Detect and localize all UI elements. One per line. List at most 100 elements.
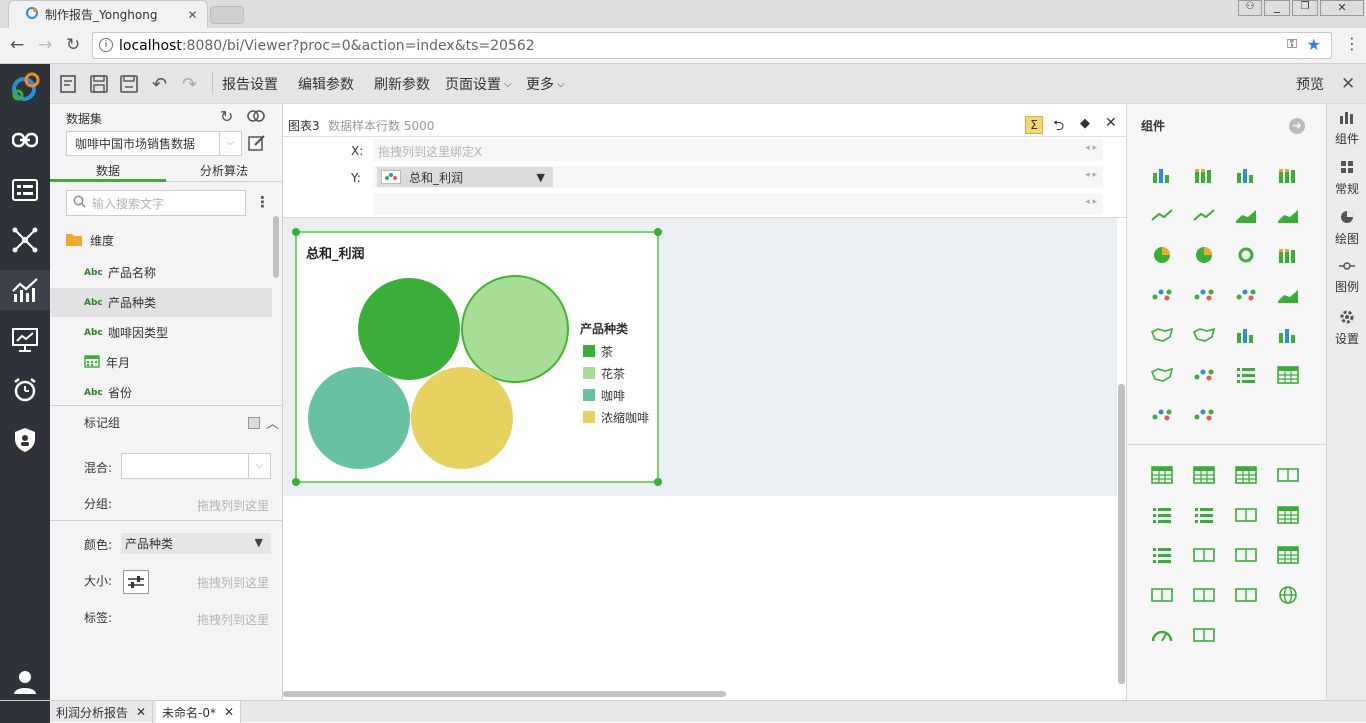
arrow-right-icon[interactable]: ➔ bbox=[1289, 118, 1305, 134]
calendar-filter-icon[interactable] bbox=[1275, 504, 1301, 526]
table-icon[interactable] bbox=[1149, 464, 1175, 486]
step-chart-icon[interactable] bbox=[1233, 324, 1259, 346]
side-tab-settings[interactable]: 设置 bbox=[1327, 310, 1366, 347]
resize-handle[interactable] bbox=[292, 228, 300, 236]
y-field-chip[interactable]: 总和_利润 ▼ bbox=[377, 167, 553, 187]
pie-3d-icon[interactable] bbox=[1191, 244, 1217, 266]
multi-line-icon[interactable] bbox=[1191, 204, 1217, 226]
mix-select[interactable]: ⌵ bbox=[121, 453, 271, 479]
pie-chart-icon[interactable] bbox=[1149, 244, 1175, 266]
filled-map-icon[interactable] bbox=[1191, 324, 1217, 346]
field-item[interactable]: Abc 省份 bbox=[84, 384, 132, 401]
area-chart-icon[interactable] bbox=[1233, 204, 1259, 226]
dashboard-icon[interactable] bbox=[0, 320, 50, 360]
forward-icon[interactable]: → bbox=[38, 35, 52, 55]
x-bind-drop[interactable]: 拖拽列到这里绑定X ◂ ▸ bbox=[373, 139, 1103, 161]
new-tab-button[interactable] bbox=[210, 6, 244, 24]
scroll-arrows-icon[interactable]: ◂ ▸ bbox=[1085, 170, 1097, 180]
folder-dimension[interactable]: 维度 bbox=[66, 232, 114, 249]
restore-icon[interactable]: ❐ bbox=[1292, 0, 1318, 16]
side-tab-components[interactable]: 组件 bbox=[1327, 110, 1366, 147]
marks-settings-icon[interactable] bbox=[248, 417, 260, 429]
refresh-params-button[interactable]: 刷新参数 bbox=[374, 72, 430, 96]
new-report-icon[interactable] bbox=[60, 72, 76, 96]
group-drop-hint[interactable]: 拖拽列到这里 bbox=[197, 497, 269, 514]
size-drop-hint[interactable]: 拖拽列到这里 bbox=[197, 574, 269, 591]
list-menu-icon[interactable]: ⋮ bbox=[255, 193, 270, 211]
resize-handle[interactable] bbox=[654, 228, 662, 236]
combo-chart-icon[interactable] bbox=[1275, 324, 1301, 346]
redo-icon[interactable]: ↷ bbox=[182, 72, 197, 96]
minimize-icon[interactable]: _ bbox=[1264, 0, 1290, 16]
scatter-chart-icon[interactable] bbox=[1149, 284, 1175, 306]
list-filter-icon[interactable] bbox=[1149, 504, 1175, 526]
close-icon[interactable]: ✕ bbox=[136, 705, 146, 719]
report-tab[interactable]: 利润分析报告 ✕ bbox=[50, 701, 154, 723]
edit-dataset-icon[interactable] bbox=[248, 134, 266, 155]
image-icon[interactable] bbox=[1191, 584, 1217, 606]
tab-data[interactable]: 数据 bbox=[50, 162, 166, 182]
line-chart-icon[interactable] bbox=[1149, 204, 1175, 226]
field-item[interactable]: Abc 咖啡因类型 bbox=[84, 324, 168, 341]
preview-button[interactable]: 预览 bbox=[1296, 72, 1324, 96]
flow-map-icon[interactable] bbox=[1191, 404, 1217, 426]
dataset-select[interactable]: 咖啡中国市场销售数据 ⌵ bbox=[66, 131, 242, 156]
save-icon[interactable] bbox=[90, 72, 108, 96]
tag-drop-hint[interactable]: 拖拽列到这里 bbox=[197, 611, 269, 628]
resize-handle[interactable] bbox=[654, 478, 662, 486]
save-as-icon[interactable] bbox=[120, 72, 138, 96]
container-icon[interactable] bbox=[1191, 624, 1217, 646]
freestyle-table-icon[interactable] bbox=[1233, 464, 1259, 486]
combo-box-icon[interactable] bbox=[1191, 544, 1217, 566]
grouped-bar-icon[interactable] bbox=[1233, 164, 1259, 186]
dataset-link-icon[interactable] bbox=[246, 109, 266, 126]
chart-component[interactable]: 总和_利润 产品种类茶花茶 咖啡 浓缩咖啡 bbox=[295, 231, 659, 483]
vertical-scrollbar[interactable] bbox=[1118, 384, 1125, 684]
sum-icon[interactable]: Σ bbox=[1025, 116, 1043, 134]
chart-report-icon[interactable] bbox=[0, 270, 50, 310]
horizontal-scrollbar[interactable] bbox=[283, 691, 726, 697]
word-cloud-icon[interactable] bbox=[1275, 284, 1301, 306]
stacked-area-icon[interactable] bbox=[1275, 204, 1301, 226]
refresh-icon[interactable]: ↻ bbox=[220, 107, 233, 126]
folder-tab-icon[interactable] bbox=[1149, 584, 1175, 606]
web-page-icon[interactable] bbox=[1275, 584, 1301, 606]
bubble-花茶[interactable] bbox=[461, 275, 569, 383]
donut-chart-icon[interactable] bbox=[1233, 244, 1259, 266]
close-window-icon[interactable]: ✕ bbox=[1320, 0, 1364, 16]
list-report-icon[interactable] bbox=[0, 170, 50, 210]
boxplot-icon[interactable] bbox=[1275, 244, 1301, 266]
side-tab-drawing[interactable]: 绘图 bbox=[1327, 210, 1366, 247]
scroll-arrows-icon[interactable]: ◂ ▸ bbox=[1085, 143, 1097, 153]
scroll-arrows-icon[interactable]: ◂ ▸ bbox=[1085, 197, 1097, 207]
button-icon[interactable] bbox=[1233, 584, 1259, 606]
user-profile-icon[interactable] bbox=[0, 662, 50, 702]
radar-chart-icon[interactable] bbox=[1149, 324, 1175, 346]
tree-chart-icon[interactable] bbox=[1233, 364, 1259, 386]
url-input[interactable]: i localhost:8080/bi/Viewer?proc=0&action… bbox=[92, 32, 1332, 59]
stacked-column-icon[interactable] bbox=[1275, 164, 1301, 186]
side-tab-legend[interactable]: 图例 bbox=[1327, 260, 1366, 295]
treemap-icon[interactable] bbox=[1275, 364, 1301, 386]
list-view-icon[interactable] bbox=[1149, 544, 1175, 566]
more-button[interactable]: 更多 ⌵ bbox=[526, 72, 565, 96]
info-icon[interactable]: i bbox=[99, 38, 113, 52]
world-map-icon[interactable] bbox=[1149, 364, 1175, 386]
splitter[interactable] bbox=[50, 402, 282, 406]
close-chart-icon[interactable]: ✕ bbox=[1105, 115, 1117, 131]
field-item[interactable]: 年月 bbox=[84, 354, 130, 371]
resize-handle[interactable] bbox=[292, 478, 300, 486]
bubble-茶[interactable] bbox=[358, 278, 460, 380]
table-filter-icon[interactable] bbox=[1275, 544, 1301, 566]
user-icon[interactable]: ⚇ bbox=[1238, 0, 1262, 16]
report-tab-active[interactable]: 未命名-0* ✕ bbox=[156, 701, 242, 723]
bubble-咖啡[interactable] bbox=[308, 367, 410, 469]
y-bind-drop[interactable]: 总和_利润 ▼ ◂ ▸ bbox=[373, 166, 1103, 188]
crosstab-icon[interactable] bbox=[1191, 464, 1217, 486]
shield-icon[interactable] bbox=[0, 420, 50, 460]
point-map-icon[interactable] bbox=[1191, 364, 1217, 386]
bubble-chart-icon[interactable] bbox=[1233, 284, 1259, 306]
text-input-icon[interactable] bbox=[1233, 544, 1259, 566]
extra-bind-drop[interactable]: ◂ ▸ bbox=[373, 193, 1103, 215]
heat-map-icon[interactable] bbox=[1149, 404, 1175, 426]
